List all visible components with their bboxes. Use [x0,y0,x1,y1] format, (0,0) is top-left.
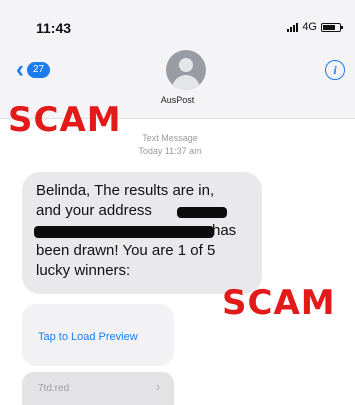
status-time: 11:43 [36,20,72,36]
battery-icon [321,22,343,32]
chevron-left-icon: ‹ [16,56,24,83]
chevron-right-icon: › [156,379,161,394]
message-line: been drawn! You are 1 of 5 [36,242,216,259]
contact-avatar[interactable] [166,50,206,90]
avatar-body-shape [172,75,200,90]
message-type-label: Text Message [142,133,198,143]
message-time-label: Today 11:37 am [138,146,202,156]
unread-count-badge: 27 [27,62,51,78]
back-button[interactable]: ‹ 27 [16,56,51,83]
message-line: lucky winners: [36,262,131,279]
redaction-mark [34,226,214,238]
network-label: 4G [302,21,317,33]
info-icon[interactable]: i [325,60,345,80]
link-url-text: 7td.red [38,383,70,394]
scam-overlay-label: SCAM [222,283,336,323]
scam-overlay-label: SCAM [8,100,122,140]
status-indicators: 4G [287,21,343,33]
message-timestamp: Text Message Today 11:37 am [110,132,230,158]
redaction-mark [177,207,227,218]
link-preview-label[interactable]: Tap to Load Preview [38,331,138,343]
message-line: Belinda, The results are in, [36,182,215,199]
avatar-head-shape [179,58,193,72]
signal-bars-icon [287,22,299,32]
